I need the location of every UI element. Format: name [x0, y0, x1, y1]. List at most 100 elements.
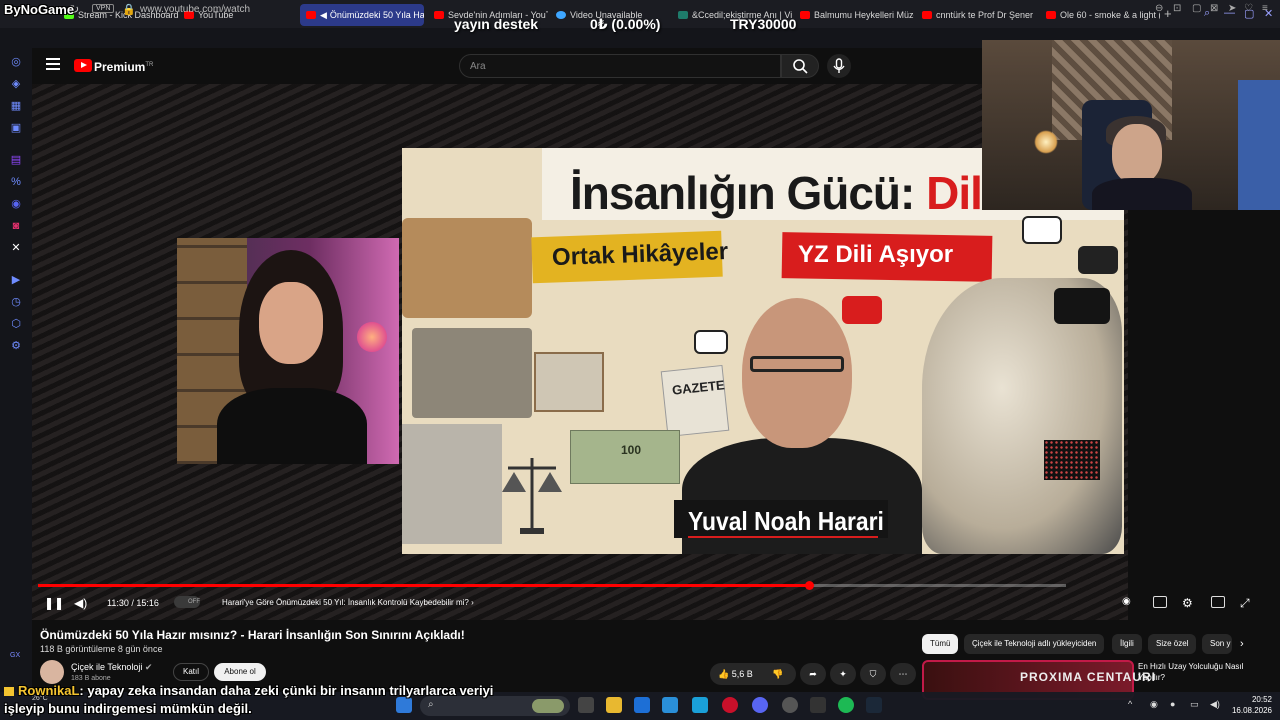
sidebar-play-icon[interactable]: ▶	[10, 274, 22, 286]
miniplayer-dot-icon[interactable]: ◉	[1122, 596, 1131, 607]
tray-app-icon[interactable]: ◉	[1150, 699, 1158, 710]
chip-all[interactable]: Tümü	[922, 634, 959, 654]
binary-grid-illustration	[1044, 440, 1100, 480]
youtube-icon	[922, 11, 932, 19]
search-highlight-icon	[532, 699, 564, 713]
discord-icon[interactable]	[752, 697, 768, 713]
send-icon[interactable]: ➤	[1228, 3, 1236, 14]
sidebar-cube-icon[interactable]: ⬡	[10, 318, 22, 330]
dislike-icon[interactable]: 👎	[772, 663, 783, 685]
tab-cnnturk[interactable]: cnntürk te Prof Dr Şener	[916, 4, 1038, 26]
chat-message-line-2: işleyip bunu indirgemesi mümkün değil.	[4, 701, 252, 716]
donation-goal: TRY30000	[730, 16, 797, 32]
gx-label: GX	[10, 652, 21, 659]
menu-icon[interactable]	[46, 58, 60, 70]
subscribe-button[interactable]: Abone ol	[214, 663, 266, 681]
search-input[interactable]: Ara	[459, 54, 781, 78]
recommended-video-title[interactable]: En Hızlı Uzay Yolculuğu Nasıl Yapılır?	[1138, 661, 1262, 683]
ask-button[interactable]: ✦	[830, 663, 856, 685]
new-tab-button[interactable]: +	[1164, 6, 1172, 21]
chip-related[interactable]: İlgili	[1112, 634, 1142, 654]
bynogame-logo: ByNoGame	[4, 2, 75, 17]
share-icon[interactable]: ⊠	[1210, 3, 1218, 14]
settings-icon[interactable]: ⚙	[10, 340, 22, 352]
tray-chevron-icon[interactable]: ^	[1128, 699, 1132, 709]
steam-icon[interactable]	[866, 697, 882, 713]
channel-name[interactable]: Çiçek ile Teknoloji ✔	[71, 662, 152, 673]
spotify-icon[interactable]	[838, 697, 854, 713]
vpn-badge[interactable]: VPN	[92, 4, 115, 13]
chat-bubble-icon	[1078, 246, 1118, 274]
outlook-icon[interactable]	[662, 697, 678, 713]
chapter-title[interactable]: Harari'ye Göre Önümüzdeki 50 Yıl: İnsanl…	[222, 598, 474, 607]
task-view-icon[interactable]	[578, 697, 594, 713]
youtube-brand[interactable]: PremiumTR	[94, 60, 153, 74]
sidebar-aria-icon[interactable]: ◈	[10, 78, 22, 90]
volume-icon[interactable]: ◀)	[74, 596, 87, 610]
save-button[interactable]: ⛉	[860, 663, 886, 685]
share-button[interactable]: ➦	[800, 663, 826, 685]
history-icon[interactable]: ◷	[10, 296, 22, 308]
chat-message-line-1: : yapay zeka insandan daha zeki çünki bi…	[79, 683, 494, 698]
microphone-icon[interactable]: ●	[1170, 699, 1175, 709]
scales-of-justice-icon	[502, 458, 562, 534]
epic-games-icon[interactable]	[810, 697, 826, 713]
presenter-facecam	[177, 238, 399, 464]
search-button[interactable]	[781, 54, 819, 78]
autoplay-toggle[interactable]: OFF	[174, 596, 200, 608]
network-icon[interactable]: ▭	[1190, 699, 1199, 710]
heart-icon[interactable]: ♡	[1244, 3, 1253, 14]
twitch-icon[interactable]: ▤	[10, 154, 22, 166]
video-player[interactable]: İnsanlığın Gücü: Dil Ortak Hikâyeler YZ …	[32, 84, 1128, 620]
tab-balmumu[interactable]: Balmumu Heykelleri Müze	[794, 4, 914, 26]
cave-painting-illustration	[402, 218, 532, 318]
url-field[interactable]: www.youtube.com/watch	[140, 4, 250, 15]
voice-search-button[interactable]	[827, 54, 851, 78]
extensions-icon[interactable]: ▢	[1192, 3, 1201, 14]
taskbar-clock[interactable]: 20:52 16.08.2026	[1226, 694, 1272, 716]
chip-uploader[interactable]: Çiçek ile Teknoloji adlı yükleyiciden	[964, 634, 1105, 654]
youtube-icon	[1046, 11, 1056, 19]
x-icon[interactable]: ✕	[10, 242, 22, 254]
more-actions-button[interactable]: ⋯	[890, 663, 916, 685]
progress-scrubber[interactable]	[805, 581, 814, 590]
sidebar-store-icon[interactable]: ▦	[10, 100, 22, 112]
code-bubble-icon	[1054, 288, 1110, 324]
sidebar-gx-icon[interactable]: ◎	[10, 56, 22, 68]
thumbnail-right-label: YZ Dili Aşıyor	[798, 241, 954, 268]
tab-ole60[interactable]: Ole 60 - smoke & a light (	[1040, 4, 1160, 26]
photos-icon[interactable]	[692, 697, 708, 713]
stream-chat-message: RownikaL: yapay zeka insandan daha zeki …	[4, 682, 493, 718]
zoom-icon[interactable]: ⊖	[1155, 3, 1163, 14]
subtitles-icon[interactable]	[1153, 596, 1167, 608]
instagram-icon[interactable]: ◙	[10, 220, 22, 232]
speaker-icon: ◀	[320, 9, 327, 20]
banknote-illustration: 100	[570, 430, 680, 484]
join-button[interactable]: Katıl	[173, 663, 209, 681]
discord-icon[interactable]: ◉	[10, 198, 22, 210]
screen: ByNoGame Stream - Kick Dashboard YouTube…	[0, 0, 1280, 720]
obs-icon[interactable]	[782, 697, 798, 713]
opera-gx-icon[interactable]	[722, 697, 738, 713]
settings-icon[interactable]: ⚙	[1182, 596, 1193, 610]
youtube-logo-icon[interactable]	[74, 59, 92, 72]
menu-icon[interactable]: ≡	[1262, 3, 1268, 14]
like-icon[interactable]: 👍	[718, 669, 729, 679]
camera-icon[interactable]: ⊡	[1173, 3, 1181, 14]
theater-mode-icon[interactable]	[1211, 596, 1225, 608]
speaker-icon[interactable]: ◀)	[1210, 699, 1220, 710]
youtube-icon	[434, 11, 444, 19]
file-explorer-icon[interactable]	[606, 697, 622, 713]
like-dislike-group: 👍 5,6 B 👎	[710, 663, 796, 685]
sidebar-percent-icon[interactable]: %	[10, 176, 22, 188]
fullscreen-icon[interactable]: ⤢	[1240, 596, 1250, 611]
channel-avatar[interactable]	[40, 660, 64, 684]
microsoft-store-icon[interactable]	[634, 697, 650, 713]
tab-active-video[interactable]: ◀ Önümüzdeki 50 Yıla Ha	[300, 4, 424, 26]
pause-icon[interactable]: ❚❚	[44, 596, 64, 610]
chevron-right-icon[interactable]: ›	[1240, 638, 1244, 650]
sidebar-mail-icon[interactable]: ▣	[10, 122, 22, 134]
progress-bar-played	[38, 584, 809, 587]
chip-recent[interactable]: Son y	[1202, 634, 1232, 654]
chip-for-you[interactable]: Size özel	[1148, 634, 1197, 654]
